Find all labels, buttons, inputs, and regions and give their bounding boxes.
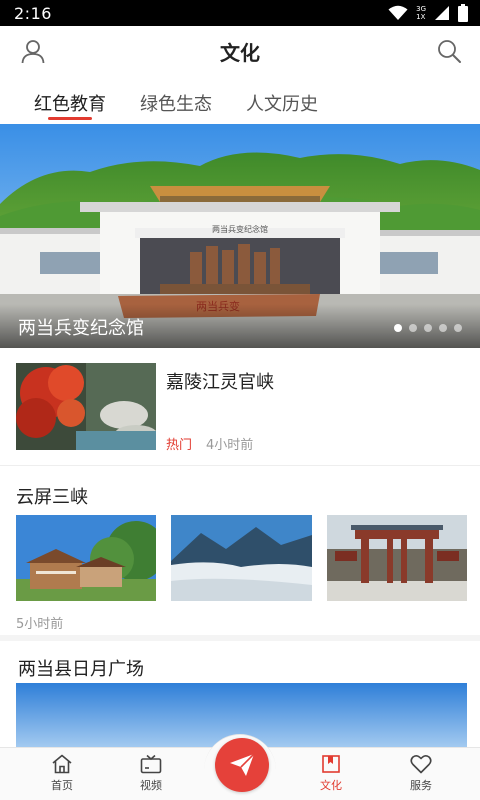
heart-icon	[410, 755, 432, 774]
nav-publish-button[interactable]	[215, 738, 269, 792]
app-screen: 2:16 3G 1X 文化 红色教育 绿色生态 人文历史 两当兵变纪念馆 两当兵…	[0, 0, 480, 800]
home-icon	[52, 754, 72, 774]
article-image	[327, 515, 467, 601]
status-bar: 2:16 3G 1X	[0, 0, 480, 26]
nav-label: 服务	[410, 779, 432, 792]
list-item[interactable]: 云屏三峡 5小时前	[0, 467, 480, 641]
tab-green-ecology[interactable]: 绿色生态	[134, 80, 218, 124]
tv-icon	[140, 754, 162, 774]
nav-culture[interactable]: 文化	[296, 754, 366, 793]
building-sign: 两当兵变纪念馆	[212, 224, 268, 234]
article-time: 4小时前	[206, 438, 254, 453]
article-time: 5小时前	[16, 617, 64, 632]
tab-label: 绿色生态	[140, 94, 212, 115]
list-item[interactable]: 嘉陵江灵官峡 热门 4小时前	[0, 348, 480, 466]
nav-label: 视频	[140, 779, 162, 792]
article-meta: 热门 4小时前	[166, 434, 253, 453]
nav-service[interactable]: 服务	[386, 754, 456, 793]
tab-label: 红色教育	[34, 94, 106, 115]
page-title: 文化	[220, 40, 260, 65]
carousel-dot[interactable]	[409, 324, 417, 332]
article-image	[16, 515, 156, 601]
carousel-dot[interactable]	[394, 324, 402, 332]
nav-label: 文化	[320, 779, 342, 792]
nav-video[interactable]: 视频	[116, 754, 186, 793]
category-tabs: 红色教育 绿色生态 人文历史	[0, 80, 480, 124]
carousel-dots	[394, 324, 462, 332]
article-title: 嘉陵江灵官峡	[166, 372, 274, 393]
carousel-dot[interactable]	[439, 324, 447, 332]
network-type: 3G 1X	[416, 5, 426, 21]
hot-tag: 热门	[166, 438, 193, 453]
tab-red-education[interactable]: 红色教育	[28, 80, 112, 124]
signal-icon	[435, 6, 449, 20]
article-thumbnail	[16, 363, 156, 450]
hero-banner[interactable]: 两当兵变纪念馆 两当兵变 两当兵变纪念馆	[0, 124, 480, 348]
wifi-icon	[388, 5, 408, 20]
network-type-top: 3G	[416, 5, 426, 13]
article-title: 云屏三峡	[16, 487, 88, 508]
bottom-nav: 首页 视频 文化 服务	[0, 734, 480, 800]
battery-icon	[458, 4, 468, 22]
status-icons: 3G 1X	[388, 4, 468, 22]
carousel-dot[interactable]	[424, 324, 432, 332]
tab-humanities-history[interactable]: 人文历史	[240, 80, 324, 124]
book-icon	[322, 755, 340, 773]
nav-label: 首页	[51, 779, 73, 792]
tab-label: 人文历史	[246, 94, 318, 115]
search-icon[interactable]	[436, 38, 462, 64]
network-type-bottom: 1X	[416, 13, 426, 21]
app-header: 文化	[0, 26, 480, 76]
status-time: 2:16	[14, 3, 52, 23]
carousel-dot[interactable]	[454, 324, 462, 332]
paper-plane-icon	[230, 753, 255, 776]
tab-active-indicator	[48, 117, 92, 120]
article-title: 两当县日月广场	[18, 659, 144, 680]
hero-caption: 两当兵变纪念馆	[18, 318, 144, 339]
nav-home[interactable]: 首页	[27, 754, 97, 793]
user-icon[interactable]	[20, 38, 46, 64]
article-image	[171, 515, 312, 601]
